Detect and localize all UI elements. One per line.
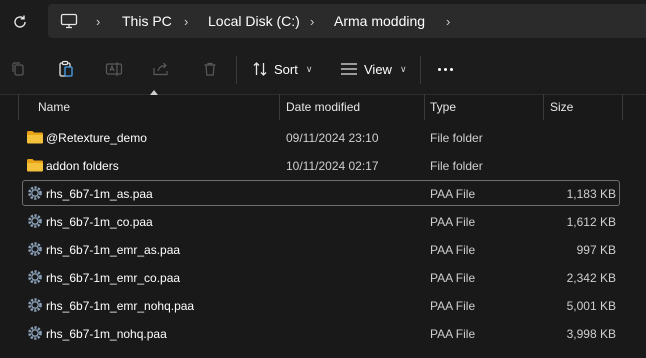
file-name: rhs_6b7-1m_emr_as.paa [46,243,181,257]
gear-file-icon [28,270,42,284]
this-pc-icon[interactable] [60,13,78,29]
chevron-down-icon: ∨ [305,63,313,74]
rename-icon [105,62,123,76]
copy-icon [12,62,24,76]
gear-file-icon [28,186,42,200]
column-header-name[interactable]: Name [38,100,70,114]
address-bar-area: › This PC › Local Disk (C:) › Arma moddi… [0,0,646,44]
file-size: 1,612 KB [566,215,616,229]
sort-icon [253,62,267,76]
file-size: 3,998 KB [566,327,616,341]
more-dot-icon [443,67,447,71]
sort-label: Sort [274,61,298,77]
file-name: rhs_6b7-1m_co.paa [46,215,153,229]
file-name: rhs_6b7-1m_emr_co.paa [46,271,181,285]
file-type: PAA File [430,299,476,313]
folder-icon [27,131,43,144]
file-size: 5,001 KB [566,299,616,313]
list-item[interactable]: addon folders 10/11/2024 02:17 File fold… [22,152,620,178]
chevron-right-icon[interactable]: › [446,14,450,29]
trash-icon [204,62,216,76]
file-name: addon folders [46,159,119,173]
list-item[interactable]: @Retexture_demo 09/11/2024 23:10 File fo… [22,124,620,150]
file-type: File folder [430,131,483,145]
list-item[interactable]: rhs_6b7-1m_emr_co.paa PAA File 2,342 KB [22,264,620,290]
share-icon [153,62,168,76]
refresh-button[interactable] [8,10,32,34]
file-date: 09/11/2024 23:10 [286,131,379,145]
column-header-row: Name Date modified Type Size [0,90,646,120]
file-type: PAA File [430,243,476,257]
list-item[interactable]: rhs_6b7-1m_emr_nohq.paa PAA File 5,001 K… [22,292,620,318]
column-divider[interactable] [279,94,280,120]
gear-file-icon [28,214,42,228]
list-item[interactable]: rhs_6b7-1m_nohq.paa PAA File 3,998 KB [22,320,620,346]
column-divider[interactable] [424,94,425,120]
gear-file-icon [28,298,42,312]
column-divider [18,94,19,120]
file-size: 1,183 KB [566,187,616,201]
delete-button[interactable] [199,58,221,80]
column-header-type[interactable]: Type [430,100,456,114]
toolbar-divider [236,56,237,84]
rename-button[interactable] [103,58,125,80]
file-type: File folder [430,159,483,173]
gear-file-icon [28,242,42,256]
sort-ascending-icon [150,90,158,95]
paste-button[interactable] [55,58,77,80]
view-button[interactable]: View ∨ [340,57,407,81]
more-dot-icon [437,67,441,71]
paste-icon [59,60,73,77]
gear-file-icon [28,326,42,340]
file-size: 997 KB [576,243,616,257]
file-type: PAA File [430,271,476,285]
more-options-button[interactable] [434,58,456,80]
refresh-icon [14,15,26,28]
chevron-right-icon[interactable]: › [96,14,100,29]
view-icon [341,63,357,75]
folder-icon [27,159,43,172]
breadcrumb-local-disk[interactable]: Local Disk (C:) [208,13,300,29]
list-item[interactable]: rhs_6b7-1m_emr_as.paa PAA File 997 KB [22,236,620,262]
file-name: @Retexture_demo [46,131,147,145]
address-bar[interactable]: › This PC › Local Disk (C:) › Arma moddi… [48,4,646,38]
more-dot-icon [449,67,453,71]
sort-button[interactable]: Sort ∨ [252,57,312,81]
file-type: PAA File [430,327,476,341]
file-date: 10/11/2024 02:17 [286,159,379,173]
list-item-selected[interactable]: rhs_6b7-1m_as.paa PAA File 1,183 KB [22,180,620,206]
file-name: rhs_6b7-1m_nohq.paa [46,327,167,341]
command-bar: Sort ∨ View ∨ [0,44,646,95]
column-divider[interactable] [543,94,544,120]
file-type: PAA File [430,187,476,201]
share-button[interactable] [150,58,172,80]
breadcrumb-this-pc[interactable]: This PC [122,13,172,29]
breadcrumb-arma-modding[interactable]: Arma modding [334,13,425,29]
file-name: rhs_6b7-1m_as.paa [46,187,153,201]
copy-button[interactable] [7,58,29,80]
view-label: View [364,61,392,77]
file-size: 2,342 KB [566,271,616,285]
column-header-date[interactable]: Date modified [286,100,360,114]
file-type: PAA File [430,215,476,229]
chevron-right-icon[interactable]: › [310,14,314,29]
chevron-down-icon: ∨ [399,63,407,74]
chevron-right-icon[interactable]: › [184,14,188,29]
file-name: rhs_6b7-1m_emr_nohq.paa [46,299,195,313]
toolbar-divider [420,56,421,84]
column-divider[interactable] [622,94,623,120]
column-header-size[interactable]: Size [550,100,573,114]
list-item[interactable]: rhs_6b7-1m_co.paa PAA File 1,612 KB [22,208,620,234]
